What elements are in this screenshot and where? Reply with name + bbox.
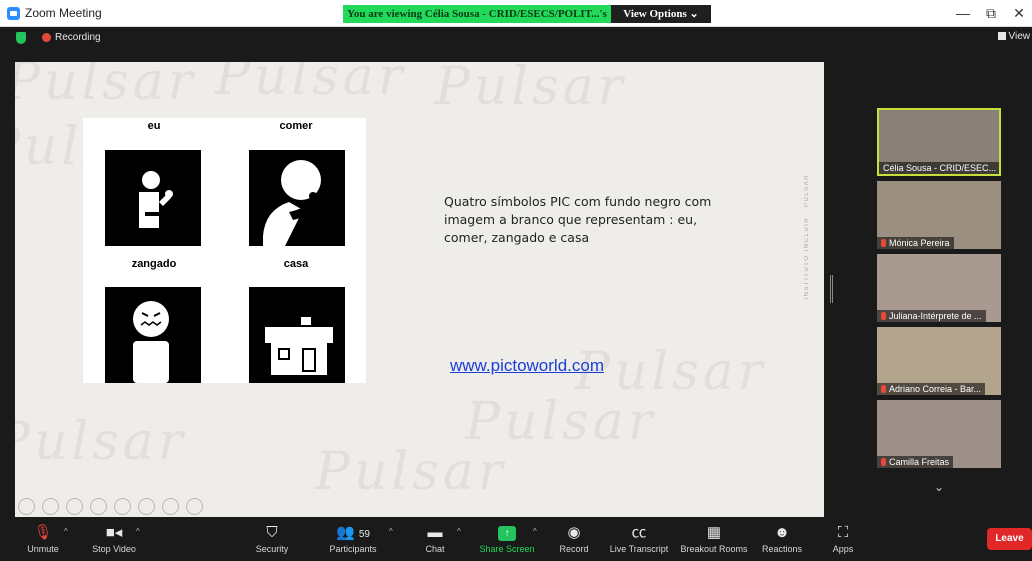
pictoworld-link[interactable]: www.pictoworld.com bbox=[450, 356, 604, 376]
recording-label: Recording bbox=[55, 32, 101, 43]
meeting-infobar bbox=[0, 27, 1032, 49]
participant-name: Mónica Pereira bbox=[877, 237, 954, 249]
participant-tile[interactable]: Célia Sousa - CRID/ESEC... bbox=[877, 108, 1001, 176]
participant-tile[interactable]: Camilla Freitas bbox=[877, 400, 1001, 468]
muted-mic-icon bbox=[881, 239, 886, 247]
shared-screen: Pulsar Pulsar Pulsar Pulsar Pulsar Pulsa… bbox=[15, 62, 824, 517]
video-options-chevron-icon[interactable]: ^ bbox=[136, 527, 140, 536]
video-camera-icon: ■◂ bbox=[105, 524, 123, 541]
view-options-button[interactable]: View Options ⌄ bbox=[611, 5, 711, 23]
muted-microphone-icon: 🎙 bbox=[33, 524, 53, 541]
muted-mic-icon bbox=[881, 385, 886, 393]
annotation-erase-icon[interactable] bbox=[162, 498, 179, 515]
zoom-app-icon bbox=[7, 7, 20, 20]
participant-name: Adriano Correia - Bar... bbox=[877, 383, 986, 395]
minimize-button[interactable]: — bbox=[950, 3, 976, 23]
chat-button[interactable]: ▬ Chat bbox=[420, 522, 450, 554]
annotation-pointer-icon[interactable] bbox=[42, 498, 59, 515]
watermark-text: Pulsar bbox=[15, 412, 187, 472]
participants-options-chevron-icon[interactable]: ^ bbox=[389, 527, 393, 536]
pic-symbols-panel: eu comer zangado casa bbox=[83, 118, 366, 383]
annotation-pen-icon[interactable] bbox=[66, 498, 83, 515]
leave-button[interactable]: Leave bbox=[987, 528, 1032, 550]
security-button[interactable]: ⛉ Security bbox=[252, 522, 292, 554]
shield-icon: ⛉ bbox=[266, 524, 278, 541]
smiley-plus-icon: ☻ bbox=[774, 524, 790, 541]
unmute-button[interactable]: 🎙 Unmute bbox=[22, 522, 64, 554]
participant-tile[interactable]: Juliana-Intérprete de ... bbox=[877, 254, 1001, 322]
annotation-clear-icon[interactable] bbox=[186, 498, 203, 515]
share-screen-button[interactable]: ↑ Share Screen bbox=[476, 522, 538, 554]
window-title: Zoom Meeting bbox=[25, 6, 102, 20]
share-screen-icon: ↑ bbox=[498, 525, 516, 541]
participant-tile[interactable]: Mónica Pereira bbox=[877, 181, 1001, 249]
participant-name: Juliana-Intérprete de ... bbox=[877, 310, 986, 322]
breakout-rooms-button[interactable]: ▦ Breakout Rooms bbox=[678, 522, 750, 554]
annotation-text-icon[interactable] bbox=[90, 498, 107, 515]
participant-tile[interactable]: Adriano Correia - Bar... bbox=[877, 327, 1001, 395]
slide-vertical-text: INSTITUTO INCLUIR · PULSAR bbox=[804, 174, 810, 300]
pic-label-zangado: zangado bbox=[131, 258, 177, 270]
muted-mic-icon bbox=[881, 312, 886, 320]
reactions-button[interactable]: ☻ Reactions bbox=[760, 522, 804, 554]
view-layout-button[interactable]: View bbox=[998, 31, 1031, 42]
record-icon: ◉ bbox=[567, 524, 581, 541]
person-pointing-self-icon bbox=[105, 150, 201, 246]
participants-icon: 👥 59 bbox=[336, 524, 370, 541]
chat-bubble-icon: ▬ bbox=[427, 524, 443, 541]
record-button[interactable]: ◉ Record bbox=[555, 522, 593, 554]
pic-label-comer: comer bbox=[279, 120, 313, 132]
muted-mic-icon bbox=[881, 458, 886, 466]
meeting-toolbar: 🎙 Unmute ^ ■◂ Stop Video ^ ⛉ Security 👥 … bbox=[0, 518, 1032, 561]
security-shield-icon[interactable] bbox=[16, 32, 26, 44]
recording-dot-icon bbox=[42, 33, 51, 42]
viewing-screen-banner: You are viewing Célia Sousa - CRID/ESECS… bbox=[343, 5, 611, 38]
window-titlebar: Zoom Meeting You are viewing Célia Sousa… bbox=[0, 0, 1032, 38]
participants-button[interactable]: 👥 59 Participants bbox=[322, 522, 384, 554]
participant-name: Célia Sousa - CRID/ESEC... bbox=[879, 162, 999, 174]
restore-button[interactable]: ⧉ bbox=[978, 3, 1004, 23]
chat-options-chevron-icon[interactable]: ^ bbox=[457, 527, 461, 536]
pic-label-casa: casa bbox=[283, 258, 309, 270]
gallery-resize-handle[interactable] bbox=[830, 275, 833, 303]
live-transcript-button[interactable]: ㏄ Live Transcript bbox=[607, 522, 671, 554]
breakout-rooms-icon: ▦ bbox=[706, 524, 722, 541]
watermark-text: Pulsar bbox=[215, 62, 407, 107]
annotation-zoom-icon[interactable] bbox=[114, 498, 131, 515]
house-icon bbox=[249, 287, 345, 383]
audio-options-chevron-icon[interactable]: ^ bbox=[64, 527, 68, 536]
watermark-text: Pulsar bbox=[435, 62, 627, 117]
participant-name: Camilla Freitas bbox=[877, 456, 954, 468]
angry-face-icon bbox=[105, 287, 201, 383]
participants-count: 59 bbox=[358, 529, 370, 540]
annotation-save-icon[interactable] bbox=[138, 498, 155, 515]
gallery-next-page-button[interactable]: ⌄ bbox=[914, 475, 964, 499]
closed-caption-icon: ㏄ bbox=[631, 524, 647, 541]
pic-label-eu: eu bbox=[147, 120, 161, 132]
watermark-text: Pulsar bbox=[15, 62, 197, 112]
person-eating-icon bbox=[249, 150, 345, 246]
apps-button[interactable]: ⛶ Apps bbox=[830, 522, 856, 554]
share-options-chevron-icon[interactable]: ^ bbox=[533, 527, 537, 536]
apps-icon: ⛶ bbox=[837, 524, 849, 541]
annotation-back-icon[interactable] bbox=[18, 498, 35, 515]
slide-caption: Quatro símbolos PIC com fundo negro com … bbox=[444, 194, 712, 245]
close-button[interactable]: ✕ bbox=[1006, 3, 1032, 23]
stop-video-button[interactable]: ■◂ Stop Video bbox=[86, 522, 142, 554]
